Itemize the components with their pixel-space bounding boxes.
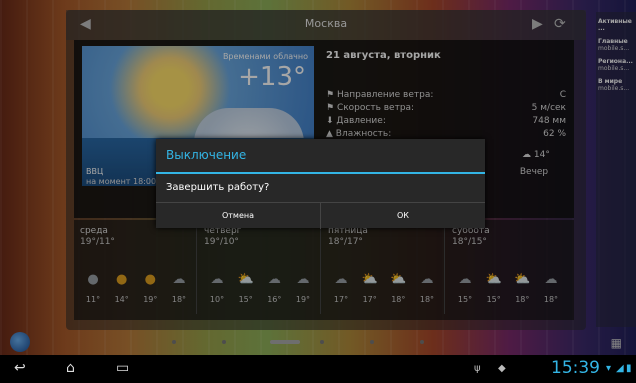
clock[interactable]: 15:39 (551, 358, 600, 378)
dialog-title: Выключение (166, 148, 247, 162)
signal-icon: ◢ (616, 363, 624, 374)
usb-icon: ψ (474, 363, 481, 374)
dialog-message: Завершить работу? (166, 182, 270, 193)
recent-apps-icon[interactable]: ▭ (116, 360, 129, 376)
usb-debug-icon: ◆ (498, 363, 506, 374)
system-bar: ↩ ⌂ ▭ ψ ◆ 15:39 ▾ ◢ ▮ (0, 355, 636, 383)
shutdown-dialog: Выключение Завершить работу? Отмена ОК (156, 139, 485, 229)
battery-icon: ▮ (626, 363, 632, 374)
ok-button[interactable]: ОК (320, 203, 485, 229)
dialog-title-divider (156, 172, 485, 174)
home-icon[interactable]: ⌂ (66, 360, 75, 376)
wifi-icon: ▾ (606, 363, 612, 374)
cancel-button[interactable]: Отмена (156, 203, 320, 229)
back-icon[interactable]: ↩ (14, 360, 26, 376)
dialog-buttons: Отмена ОК (156, 202, 485, 229)
